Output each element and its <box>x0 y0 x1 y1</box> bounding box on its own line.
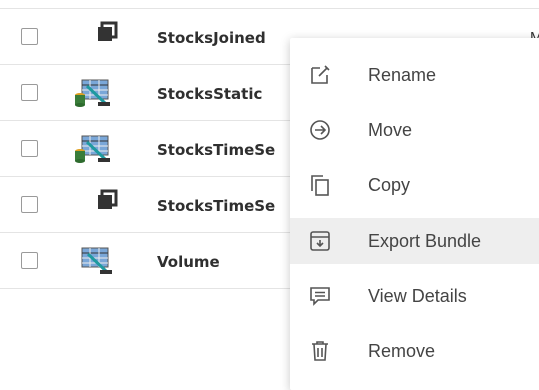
joined-dataset-icon <box>98 21 118 41</box>
menu-item-export-bundle[interactable]: Export Bundle <box>290 218 539 264</box>
menu-item-copy[interactable]: Copy <box>290 162 539 208</box>
menu-item-label: Copy <box>368 175 411 195</box>
menu-item-label: View Details <box>368 286 467 306</box>
menu-item-view-details[interactable]: View Details <box>290 273 539 319</box>
trash-icon <box>312 341 328 361</box>
database-table-icon <box>75 135 110 163</box>
menu-item-label: Remove <box>368 341 436 361</box>
row-name[interactable]: Volume <box>157 253 220 271</box>
context-menu: Rename Move Copy Export Bundle View Deta… <box>290 38 539 390</box>
menu-item-move[interactable]: Move <box>290 107 539 153</box>
rename-icon <box>311 65 330 84</box>
row-checkbox[interactable] <box>21 196 38 213</box>
joined-dataset-icon <box>98 189 118 209</box>
row-checkbox[interactable] <box>21 84 38 101</box>
row-name[interactable]: StocksStatic <box>157 85 262 103</box>
row-checkbox[interactable] <box>21 140 38 157</box>
export-bundle-icon <box>310 231 330 251</box>
row-checkbox[interactable] <box>21 28 38 45</box>
copy-icon <box>311 175 329 196</box>
view-details-icon <box>310 287 330 306</box>
row-name[interactable]: StocksTimeSe <box>157 197 275 215</box>
menu-item-label: Move <box>368 120 413 140</box>
menu-item-label: Export Bundle <box>368 231 482 251</box>
menu-item-remove[interactable]: Remove <box>290 328 539 374</box>
menu-item-rename[interactable]: Rename <box>290 52 539 98</box>
menu-item-label: Rename <box>368 65 437 85</box>
database-table-icon <box>75 79 110 107</box>
row-name[interactable]: StocksJoined <box>157 29 266 47</box>
row-checkbox[interactable] <box>21 252 38 269</box>
table-icon <box>81 247 112 274</box>
move-icon <box>310 120 330 140</box>
row-name[interactable]: StocksTimeSe <box>157 141 275 159</box>
